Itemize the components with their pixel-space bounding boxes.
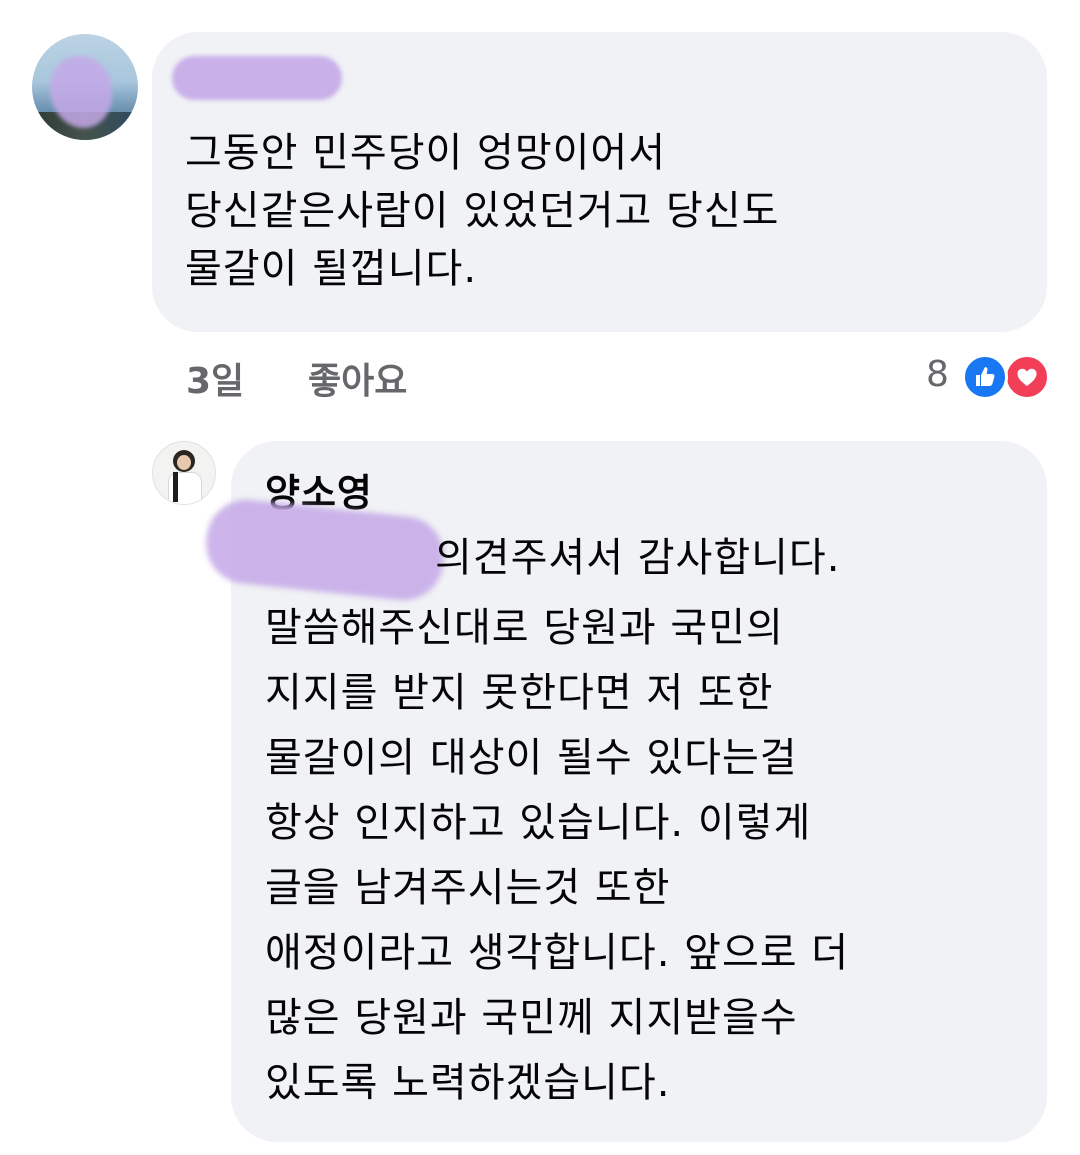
avatar-bag-strap bbox=[173, 472, 178, 502]
reply-text: 말씀해주신대로 당원과 국민의 지지를 받지 못한다면 저 또한 물갈이의 대상… bbox=[265, 605, 850, 1106]
commenter-avatar[interactable] bbox=[32, 34, 138, 140]
avatar-face bbox=[177, 455, 191, 470]
reply-text-first-line: 의견주셔서 감사합니다. bbox=[435, 535, 841, 581]
love-reaction-icon bbox=[1004, 354, 1050, 400]
like-button[interactable]: 좋아요 bbox=[308, 352, 407, 404]
reply-author-avatar[interactable] bbox=[152, 441, 216, 505]
comment-timestamp[interactable]: 3일 bbox=[186, 352, 244, 404]
comment-text: 그동안 민주당이 엉망이어서 당신같은사람이 있었던거고 당신도 물갈이 될껍니… bbox=[185, 130, 780, 292]
reaction-count[interactable]: 8 bbox=[926, 354, 949, 395]
commenter-name-redaction bbox=[172, 56, 342, 100]
like-reaction-icon bbox=[962, 354, 1008, 400]
